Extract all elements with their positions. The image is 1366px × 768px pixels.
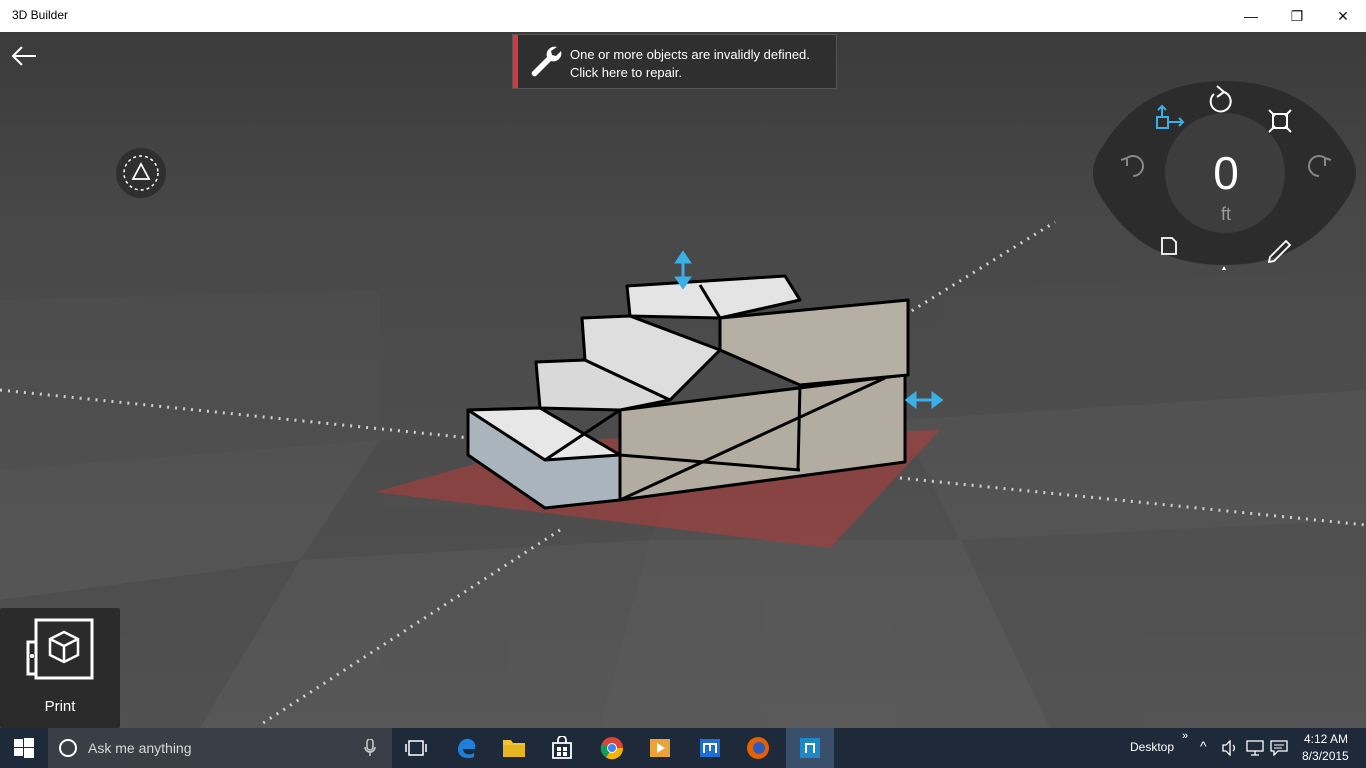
repair-banner[interactable]: One or more objects are invalidly define… <box>512 34 837 89</box>
clock-time[interactable]: 4:12 AM <box>1304 732 1348 746</box>
3d-builder-icon[interactable] <box>786 728 834 768</box>
chevron-up-icon[interactable]: ^ <box>1200 738 1207 754</box>
minimize-button[interactable]: — <box>1228 0 1274 32</box>
mesh-toggle-button[interactable] <box>116 148 166 198</box>
search-box[interactable]: Ask me anything <box>48 728 392 768</box>
network-icon[interactable] <box>1246 740 1264 756</box>
wheel-unit: ft <box>1220 204 1231 224</box>
search-placeholder: Ask me anything <box>88 740 192 756</box>
wrench-icon <box>531 46 562 77</box>
toolbar-overflow-icon[interactable]: » <box>1182 730 1188 742</box>
windows-logo-icon <box>14 738 34 758</box>
edge-icon[interactable] <box>446 728 486 768</box>
task-view-icon[interactable] <box>396 728 436 768</box>
taskbar: Ask me anything Desktop » ^ 4:12 AM 8/3/… <box>0 728 1366 768</box>
firefox-icon[interactable] <box>738 728 778 768</box>
notifications-icon[interactable] <box>1270 740 1288 756</box>
3d-viewport[interactable]: One or more objects are invalidly define… <box>0 32 1366 728</box>
repair-message: One or more objects are invalidly define… <box>570 47 810 80</box>
print-label: Print <box>44 698 76 715</box>
microphone-icon[interactable] <box>364 739 376 757</box>
app-m-icon[interactable] <box>690 728 730 768</box>
store-icon[interactable] <box>542 728 582 768</box>
print-button[interactable]: Print <box>0 608 120 728</box>
minimize-icon: — <box>1244 8 1258 24</box>
close-button[interactable]: ✕ <box>1320 0 1366 32</box>
start-button[interactable] <box>0 728 48 768</box>
clock-date[interactable]: 8/3/2015 <box>1302 749 1349 763</box>
maximize-icon: ❐ <box>1290 7 1304 24</box>
window-title: 3D Builder <box>12 8 69 22</box>
volume-icon[interactable] <box>1222 740 1238 756</box>
print-3d-icon <box>26 618 94 680</box>
title-bar: 3D Builder — ❐ ✕ <box>0 0 1366 32</box>
wheel-value: 0 <box>1213 147 1239 199</box>
maximize-button[interactable]: ❐ <box>1274 0 1320 32</box>
close-icon: ✕ <box>1337 7 1349 24</box>
file-explorer-icon[interactable] <box>494 728 534 768</box>
chrome-icon[interactable] <box>592 728 632 768</box>
media-icon[interactable] <box>640 728 680 768</box>
mesh-icon <box>1221 266 1227 270</box>
desktop-toolbar-label[interactable]: Desktop <box>1130 740 1174 754</box>
banner-accent-bar <box>513 35 518 88</box>
back-arrow-icon[interactable] <box>10 44 38 68</box>
cortana-icon <box>59 739 77 757</box>
